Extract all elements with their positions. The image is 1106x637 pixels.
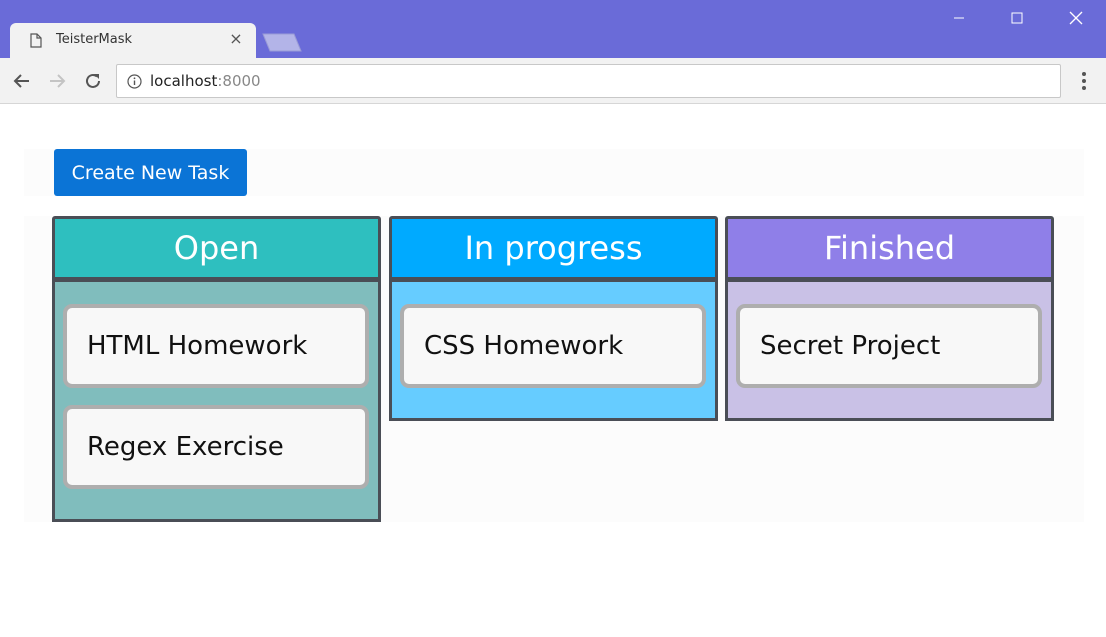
- reload-icon[interactable]: [79, 67, 107, 95]
- create-new-task-button[interactable]: Create New Task: [54, 149, 247, 196]
- window-close-icon[interactable]: [1047, 0, 1105, 36]
- column-open: Open HTML Homework Regex Exercise: [52, 216, 381, 522]
- page-content: Create New Task Open HTML Homework Regex…: [0, 105, 1106, 637]
- url-text: localhost:8000: [150, 72, 261, 90]
- info-icon[interactable]: [127, 74, 142, 89]
- browser-toolbar: localhost:8000: [0, 58, 1106, 104]
- column-finished: Finished Secret Project: [725, 216, 1054, 421]
- new-tab-button[interactable]: [262, 33, 302, 52]
- tab-close-icon[interactable]: ×: [226, 29, 246, 49]
- task-card[interactable]: Secret Project: [736, 304, 1042, 388]
- task-board: Open HTML Homework Regex Exercise In pro…: [24, 216, 1084, 522]
- minimize-icon[interactable]: [930, 0, 988, 36]
- page-icon: [30, 33, 42, 48]
- button-bar: Create New Task: [24, 149, 1084, 196]
- column-open-body: HTML Homework Regex Exercise: [55, 282, 378, 489]
- address-bar[interactable]: localhost:8000: [116, 64, 1061, 98]
- column-in-progress: In progress CSS Homework: [389, 216, 718, 421]
- url-host: localhost: [150, 72, 218, 90]
- url-port: :8000: [217, 72, 261, 90]
- maximize-icon[interactable]: [988, 0, 1046, 36]
- column-in-progress-title: In progress: [392, 219, 715, 282]
- back-arrow-icon[interactable]: [8, 67, 36, 95]
- column-in-progress-body: CSS Homework: [392, 282, 715, 388]
- column-open-title: Open: [55, 219, 378, 282]
- task-card[interactable]: HTML Homework: [63, 304, 369, 388]
- forward-arrow-icon[interactable]: [43, 67, 71, 95]
- window-titlebar: TeisterMask ×: [0, 0, 1106, 58]
- tab-title: TeisterMask: [56, 32, 133, 47]
- browser-tab[interactable]: TeisterMask ×: [10, 23, 256, 58]
- task-card[interactable]: CSS Homework: [400, 304, 706, 388]
- column-finished-title: Finished: [728, 219, 1051, 282]
- column-finished-body: Secret Project: [728, 282, 1051, 388]
- task-card[interactable]: Regex Exercise: [63, 405, 369, 489]
- menu-dots-icon[interactable]: [1072, 67, 1096, 95]
